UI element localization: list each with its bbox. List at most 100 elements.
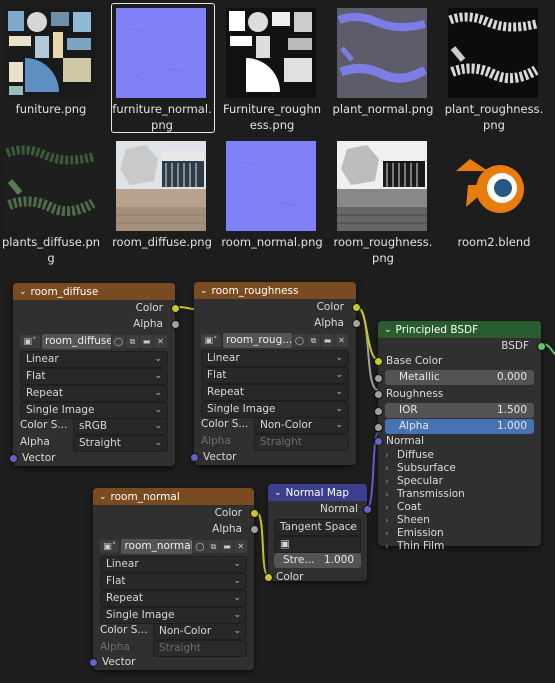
output-normal-socket[interactable] [363, 505, 372, 514]
collapse-chevron-icon[interactable]: ⌄ [19, 287, 27, 297]
alpha-slider[interactable]: Alpha 1.000 [385, 419, 534, 434]
input-vector-socket[interactable] [9, 454, 18, 463]
node-principled-bsdf[interactable]: ⌄ Principled BSDF BSDF Base Color Metalli… [374, 321, 546, 552]
input-alpha-socket[interactable] [374, 423, 383, 432]
node-header[interactable]: ⌄ Principled BSDF [378, 321, 541, 338]
panel-coat[interactable]: › Coat [385, 501, 421, 515]
image-name-field[interactable]: room_roug... [223, 333, 292, 348]
normal-label: Normal [386, 435, 424, 447]
close-icon[interactable]: ✕ [335, 334, 348, 347]
folder-icon[interactable]: ▬ [220, 540, 234, 553]
collapse-chevron-icon[interactable]: ⌄ [200, 286, 208, 296]
color-space-dropdown[interactable]: Non-Color ⌄ [153, 623, 247, 640]
output-alpha-socket[interactable] [171, 320, 180, 329]
input-vector-socket[interactable] [89, 658, 98, 667]
projection-dropdown[interactable]: Flat ⌄ [201, 367, 349, 384]
extension-dropdown[interactable]: Repeat ⌄ [201, 384, 349, 401]
input-roughness-socket[interactable] [374, 390, 383, 399]
panel-transmission[interactable]: › Transmission [385, 488, 465, 502]
interpolation-dropdown[interactable]: Linear ⌄ [201, 350, 349, 367]
node-normal-map[interactable]: ⌄ Normal Map Normal Tangent Space ⌄ ▣ Stre… [264, 484, 372, 583]
space-dropdown[interactable]: Tangent Space ⌄ [274, 519, 361, 536]
output-bsdf-label: BSDF [501, 340, 529, 352]
interpolation-dropdown[interactable]: Linear ⌄ [100, 556, 247, 573]
panel-diffuse[interactable]: › Diffuse [385, 449, 434, 463]
collapse-chevron-icon[interactable]: ⌄ [274, 488, 282, 498]
input-base-color-socket[interactable] [374, 357, 383, 366]
duplicate-icon[interactable]: ⧉ [126, 335, 139, 348]
collapse-chevron-icon[interactable]: ⌄ [384, 325, 392, 335]
input-normal-socket[interactable] [374, 437, 383, 446]
panel-thin-film[interactable]: › Thin Film [385, 540, 444, 554]
projection-dropdown[interactable]: Flat ⌄ [100, 573, 247, 590]
node-editor-canvas[interactable]: ⌄ room_diffuse Color Alpha ▣˅ room_diffus… [0, 270, 555, 683]
chevron-down-icon: ⌄ [335, 353, 343, 363]
node-room-roughness[interactable]: ⌄ room_roughness Color Alpha ▣˅ room_roug… [190, 282, 361, 465]
node-header[interactable]: ⌄ room_normal [93, 488, 254, 505]
fake-user-icon[interactable]: ◯ [193, 540, 207, 553]
input-vector-socket[interactable] [190, 453, 199, 462]
input-metallic-socket[interactable] [374, 374, 383, 383]
source-dropdown[interactable]: Single Image ⌄ [100, 607, 247, 624]
node-room-diffuse[interactable]: ⌄ room_diffuse Color Alpha ▣˅ room_diffus… [9, 283, 180, 466]
image-name-field[interactable]: room_diffuse [42, 334, 111, 349]
panel-label: Diffuse [397, 449, 434, 461]
file-name: Furniture_roughness.png [222, 102, 322, 132]
close-icon[interactable]: ✕ [234, 540, 248, 553]
output-color-socket[interactable] [250, 509, 259, 518]
color-space-dropdown[interactable]: Non-Color ⌄ [254, 417, 349, 434]
input-color-socket[interactable] [264, 573, 273, 582]
output-color-socket[interactable] [352, 303, 361, 312]
extension-dropdown[interactable]: Repeat ⌄ [100, 590, 247, 607]
uv-map-field[interactable]: ▣ [274, 536, 361, 553]
duplicate-icon[interactable]: ⧉ [307, 334, 320, 347]
image-name-field[interactable]: room_normal [121, 539, 193, 554]
node-header[interactable]: ⌄ room_diffuse [13, 283, 175, 300]
output-bsdf-socket[interactable] [537, 342, 546, 351]
output-alpha-label: Alpha [133, 318, 163, 330]
collapse-chevron-icon[interactable]: ⌄ [99, 492, 107, 502]
output-alpha-socket[interactable] [250, 525, 259, 534]
image-selector[interactable]: ▣˅ room_normal ◯ ⧉ ▬ ✕ [100, 539, 248, 554]
chevron-down-icon: ⌄ [347, 522, 355, 532]
link-normal-color [255, 511, 269, 576]
chevron-down-icon: ⌄ [154, 438, 162, 448]
fake-user-icon[interactable]: ◯ [293, 334, 306, 347]
strength-slider[interactable]: Stre... 1.000 [274, 553, 361, 568]
node-header[interactable]: ⌄ Normal Map [268, 484, 367, 501]
node-room-normal[interactable]: ⌄ room_normal Color Alpha ▣˅ room_normal … [89, 488, 259, 670]
metallic-slider[interactable]: Metallic 0.000 [385, 370, 534, 385]
panel-subsurface[interactable]: › Subsurface [385, 462, 456, 476]
source-dropdown[interactable]: Single Image ⌄ [201, 401, 349, 418]
input-vector-label: Vector [22, 452, 56, 464]
alpha-label: Alpha [201, 435, 231, 447]
panel-emission[interactable]: › Emission [385, 527, 444, 541]
input-ior-socket[interactable] [374, 407, 383, 416]
image-selector[interactable]: ▣˅ room_roug... ◯ ⧉ ▬ ✕ [201, 333, 349, 348]
image-browse-icon[interactable]: ▣˅ [201, 334, 221, 347]
extension-dropdown[interactable]: Repeat ⌄ [20, 385, 168, 402]
color-space-dropdown[interactable]: sRGB ⌄ [73, 418, 168, 435]
panel-specular[interactable]: › Specular [385, 475, 443, 489]
output-alpha-socket[interactable] [352, 319, 361, 328]
image-browse-icon[interactable]: ▣˅ [20, 335, 40, 348]
folder-icon[interactable]: ▬ [321, 334, 334, 347]
interpolation-dropdown[interactable]: Linear ⌄ [20, 351, 168, 368]
close-icon[interactable]: ✕ [154, 335, 167, 348]
output-color-socket[interactable] [171, 304, 180, 313]
file-thumbnail [226, 141, 316, 231]
file-thumbnail [226, 8, 316, 98]
image-selector[interactable]: ▣˅ room_diffuse ◯ ⧉ ▬ ✕ [20, 334, 168, 349]
input-vector-label: Vector [102, 656, 136, 668]
image-browse-icon[interactable]: ▣˅ [100, 540, 120, 553]
folder-icon[interactable]: ▬ [140, 335, 153, 348]
input-color-label: Color [276, 571, 304, 583]
fake-user-icon[interactable]: ◯ [112, 335, 125, 348]
panel-sheen[interactable]: › Sheen [385, 514, 430, 528]
projection-dropdown[interactable]: Flat ⌄ [20, 368, 168, 385]
duplicate-icon[interactable]: ⧉ [207, 540, 220, 553]
source-dropdown[interactable]: Single Image ⌄ [20, 402, 168, 419]
node-header[interactable]: ⌄ room_roughness [194, 282, 356, 299]
file-thumbnail [5, 141, 95, 231]
ior-slider[interactable]: IOR 1.500 [385, 403, 534, 418]
